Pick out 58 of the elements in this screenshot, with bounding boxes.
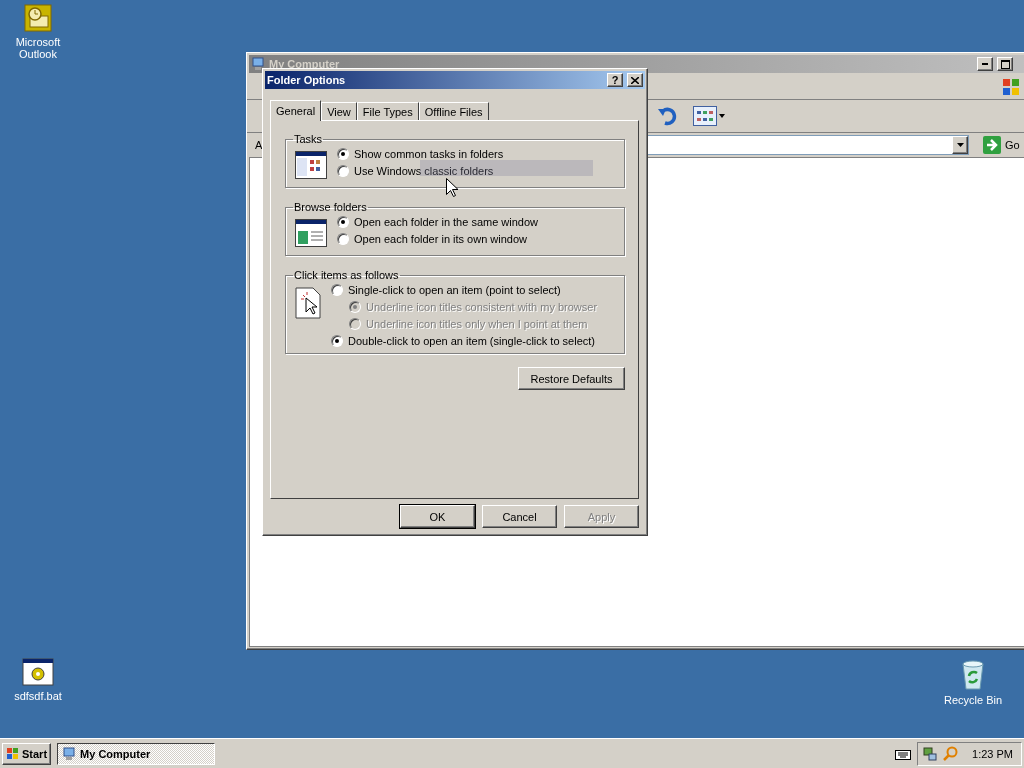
flag-logo-icon: [1001, 77, 1021, 97]
document-cursor-icon: [295, 287, 321, 319]
help-button[interactable]: ?: [607, 73, 623, 87]
network-icon: [922, 745, 939, 762]
tab[interactable]: General: [270, 100, 322, 121]
dialog-title: Folder Options: [267, 74, 347, 86]
radio-button[interactable]: [337, 216, 349, 228]
maximize-button[interactable]: [997, 57, 1013, 71]
radio-button[interactable]: [337, 148, 349, 160]
group-title: Click items as follows: [293, 269, 400, 281]
grid-view-icon: [693, 106, 717, 126]
tab[interactable]: File Types: [356, 102, 419, 120]
icon-label[interactable]: sdfsdf.bat: [14, 690, 62, 702]
address-label: A: [255, 139, 263, 151]
close-icon: [631, 76, 639, 84]
start-button[interactable]: Start: [2, 742, 52, 765]
group-title: Browse folders: [293, 201, 368, 213]
outlook-icon: [24, 4, 52, 32]
restore-defaults-button[interactable]: Restore Defaults: [518, 367, 625, 390]
magnifier-icon: [942, 745, 959, 762]
window-icon: [295, 219, 327, 247]
flag-logo-icon: [6, 746, 20, 761]
option-label[interactable]: Double-click to open an item (single-click to select): [348, 335, 595, 347]
radio-button[interactable]: [331, 284, 343, 296]
radio-button[interactable]: [331, 335, 343, 347]
computer-icon: [62, 746, 77, 761]
dialog-button[interactable]: OK: [400, 505, 475, 528]
arrow-right-icon: [983, 136, 1001, 154]
clock: 1:23 PM: [972, 747, 1013, 760]
minimize-icon: [982, 63, 988, 65]
group-title: Tasks: [293, 133, 324, 145]
undo-icon: [657, 106, 679, 126]
dropdown-button[interactable]: [952, 136, 968, 154]
taskbar-button[interactable]: My Computer: [57, 742, 216, 765]
go-button[interactable]: Go: [977, 136, 1024, 154]
views-button[interactable]: [693, 106, 725, 126]
tab[interactable]: Offline Files: [418, 102, 489, 120]
window-icon: [295, 151, 327, 179]
radio-button[interactable]: [337, 233, 349, 245]
caret-icon: [719, 114, 725, 118]
maximize-icon: [1000, 59, 1010, 69]
keyboard-icon: [895, 747, 912, 760]
dialog-button[interactable]: Cancel: [482, 505, 557, 528]
minimize-button[interactable]: [977, 57, 993, 71]
icon-label[interactable]: Recycle Bin: [943, 694, 1003, 706]
close-button[interactable]: [627, 73, 643, 87]
option-label[interactable]: Open each folder in the same window: [354, 216, 539, 228]
radio-button[interactable]: [337, 165, 349, 177]
cursor-icon: [446, 178, 458, 197]
option-label[interactable]: Open each folder in its own window: [354, 233, 528, 245]
caret-icon: [956, 143, 964, 147]
option-label[interactable]: Use Windows classic folders: [354, 165, 494, 177]
icon-label[interactable]: Microsoft Outlook: [0, 36, 76, 60]
computer-icon: [251, 57, 265, 71]
option-label[interactable]: Show common tasks in folders: [354, 148, 504, 160]
recycle-bin-icon: [959, 658, 987, 690]
option-label[interactable]: Single-click to open an item (point to select): [348, 284, 561, 296]
tab[interactable]: View: [321, 102, 357, 120]
